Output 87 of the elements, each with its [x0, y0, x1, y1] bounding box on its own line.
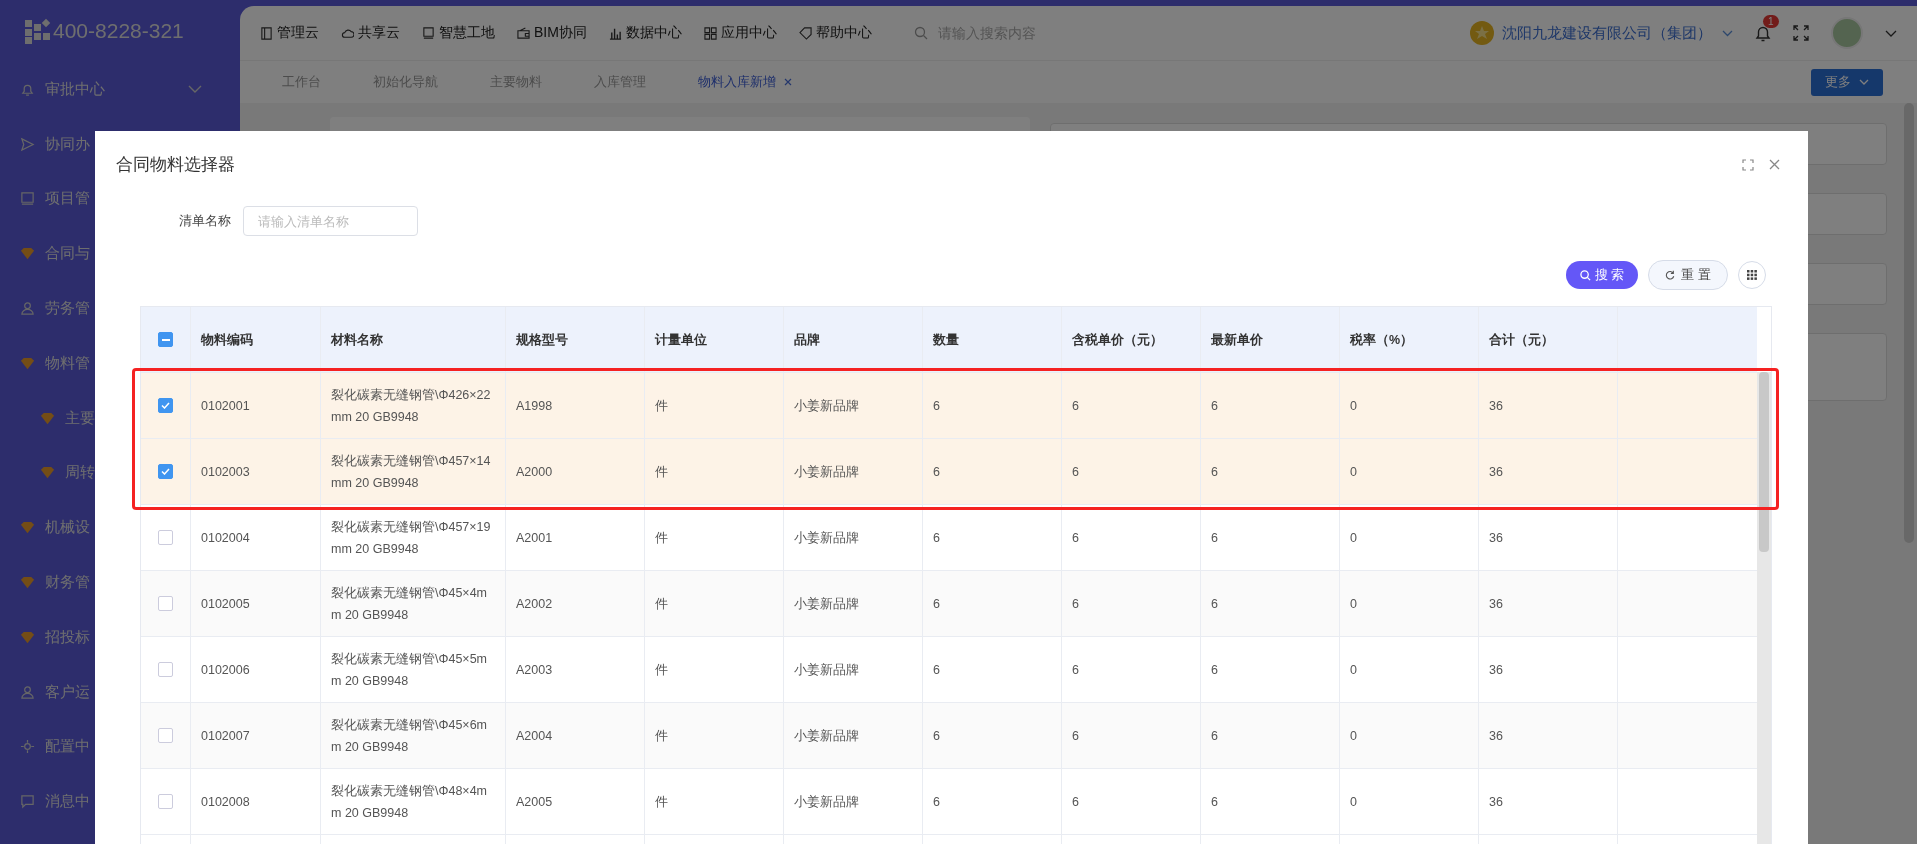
- table-cell: 6: [1062, 637, 1201, 702]
- sidebar-label: 审批中心: [45, 79, 105, 99]
- sidebar-label: 主要: [65, 408, 95, 428]
- sidebar-label: 客户运: [45, 682, 90, 702]
- phone-number: 400-8228-321: [53, 19, 184, 43]
- table-cell: 36: [1479, 637, 1618, 702]
- table-cell: 小姜新品牌: [784, 769, 923, 834]
- table-cell: 6: [1062, 769, 1201, 834]
- table-cell: 6: [1201, 439, 1340, 504]
- table-cell: A1998: [506, 373, 645, 438]
- table-cell: 6: [923, 637, 1062, 702]
- table-cell: 0: [1340, 373, 1479, 438]
- table-cell: 裂化碳素无缝钢管\Φ45×4mm 20 GB9948: [321, 571, 506, 636]
- table-cell: 0: [1340, 439, 1479, 504]
- table-cell: 6: [923, 439, 1062, 504]
- table-cell: 小姜新品牌: [784, 637, 923, 702]
- table-cell: 裂化碳素无缝钢管\Φ426×22mm 20 GB9948: [321, 373, 506, 438]
- column-header: 品牌: [784, 307, 923, 372]
- table-cell: 0102005: [191, 571, 321, 636]
- table-cell: 36: [1479, 703, 1618, 768]
- table-cell: A2005: [506, 769, 645, 834]
- table-cell: 6: [1201, 571, 1340, 636]
- table-cell: 0102008: [191, 769, 321, 834]
- table-cell: 6: [923, 571, 1062, 636]
- table-cell: 0: [1340, 769, 1479, 834]
- table-cell: 件: [645, 373, 784, 438]
- table-cell: 裂化碳素无缝钢管\Φ45×6mm 20 GB9948: [321, 703, 506, 768]
- column-header: 合计（元）: [1479, 307, 1618, 372]
- sidebar-label: 项目管: [45, 189, 90, 209]
- table-cell: 0102003: [191, 439, 321, 504]
- column-header: 税率（%）: [1340, 307, 1479, 372]
- column-header: 计量单位: [645, 307, 784, 372]
- sidebar-label: 财务管: [45, 573, 90, 593]
- table-cell: 0: [1340, 637, 1479, 702]
- table-cell: 小姜新品牌: [784, 571, 923, 636]
- sidebar-label: 劳务管: [45, 299, 90, 319]
- table-cell: 裂化碳素无缝钢管\Φ45×5mm 20 GB9948: [321, 637, 506, 702]
- table-cell: 6: [923, 769, 1062, 834]
- column-header: 物料编码: [191, 307, 321, 372]
- table-cell: 0102001: [191, 373, 321, 438]
- sidebar-label: 招投标: [45, 627, 90, 647]
- table-cell: 36: [1479, 439, 1618, 504]
- dialog-title: 合同物料选择器: [116, 154, 236, 176]
- column-header: 数量: [923, 307, 1062, 372]
- sidebar-label: 周转: [65, 463, 95, 483]
- table-cell: 0102007: [191, 703, 321, 768]
- table-cell: 6: [923, 703, 1062, 768]
- table-cell: 6: [1201, 373, 1340, 438]
- table-cell: 件: [645, 703, 784, 768]
- table-cell: 小姜新品牌: [784, 703, 923, 768]
- table-cell: A2004: [506, 703, 645, 768]
- table-cell: 36: [1479, 571, 1618, 636]
- table-cell: 件: [645, 439, 784, 504]
- field-label: 清单名称: [179, 212, 231, 230]
- table-cell: 小姜新品牌: [784, 373, 923, 438]
- table-cell: 0: [1340, 571, 1479, 636]
- table-cell: 6: [1062, 439, 1201, 504]
- table-cell: A2002: [506, 571, 645, 636]
- table-cell: 0102006: [191, 637, 321, 702]
- column-header: 规格型号: [506, 307, 645, 372]
- table-cell: 件: [645, 769, 784, 834]
- notification-badge: 1: [1763, 15, 1779, 28]
- table-cell: 6: [1201, 637, 1340, 702]
- table-cell: 36: [1479, 373, 1618, 438]
- table-cell: 6: [1062, 571, 1201, 636]
- table-cell: 6: [923, 373, 1062, 438]
- column-header: 最新单价: [1201, 307, 1340, 372]
- table-cell: 裂化碳素无缝钢管\Φ457×14mm 20 GB9948: [321, 439, 506, 504]
- table-cell: 6: [1201, 769, 1340, 834]
- sidebar-label: 物料管: [45, 353, 90, 373]
- table-cell: 6: [1062, 373, 1201, 438]
- table-cell: A2003: [506, 637, 645, 702]
- sidebar-label: 合同与: [45, 244, 90, 264]
- column-header: 材料名称: [321, 307, 506, 372]
- table-cell: 36: [1479, 769, 1618, 834]
- table-cell: 件: [645, 637, 784, 702]
- sidebar-label: 机械设: [45, 518, 90, 538]
- sidebar-label: 消息中: [45, 792, 90, 812]
- table-cell: 裂化碳素无缝钢管\Φ48×4mm 20 GB9948: [321, 769, 506, 834]
- table-cell: 件: [645, 571, 784, 636]
- table-cell: 6: [1062, 703, 1201, 768]
- table-cell: 小姜新品牌: [784, 439, 923, 504]
- table-cell: 0: [1340, 703, 1479, 768]
- sidebar-label: 协同办: [45, 134, 90, 154]
- table-cell: 6: [1201, 703, 1340, 768]
- table-cell: A2000: [506, 439, 645, 504]
- column-header: 含税单价（元）: [1062, 307, 1201, 372]
